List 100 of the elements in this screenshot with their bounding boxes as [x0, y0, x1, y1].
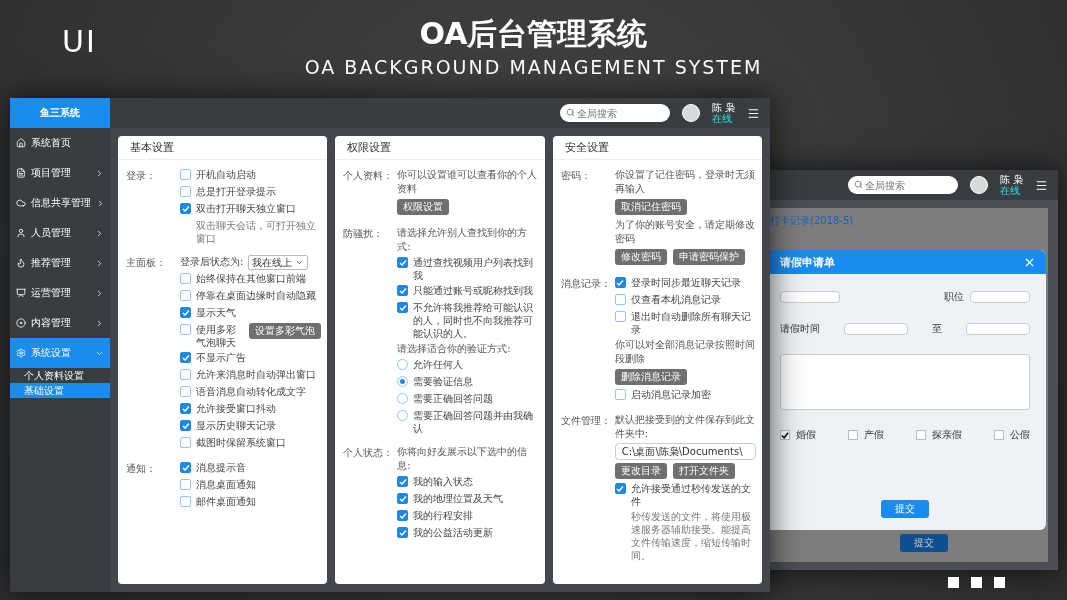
checkbox[interactable]: [397, 285, 409, 296]
description-text: 为了你的账号安全，请定期修改密码: [614, 218, 756, 246]
presentation-icon: [16, 288, 26, 298]
section-label: 登录：: [126, 169, 157, 183]
menu-icon[interactable]: [1035, 178, 1048, 192]
flame-icon: [16, 258, 26, 268]
checkbox[interactable]: [397, 302, 409, 313]
checkbox[interactable]: [397, 493, 409, 504]
checkbox-label: 不允许将我推荐给可能认识的人，同时也不向我推荐可能认识的人。: [413, 301, 535, 340]
checkbox-label: 双击打开聊天独立窗口: [196, 202, 296, 215]
action-button[interactable]: 更改目录: [614, 463, 667, 479]
checkbox[interactable]: [397, 476, 409, 487]
status-dropdown[interactable]: 我在线上: [248, 255, 309, 270]
checkbox[interactable]: [180, 420, 191, 431]
action-button[interactable]: 打开文件夹: [672, 463, 735, 479]
description-text: 你可以设置谁可以查看你的个人资料: [397, 168, 539, 196]
menu-icon[interactable]: [747, 106, 760, 120]
search-field[interactable]: 全局搜索: [847, 176, 958, 194]
radio-button[interactable]: [397, 393, 409, 404]
folder-path-field[interactable]: C:\桌面\陈枭\Documents\: [614, 443, 756, 460]
radio-button[interactable]: [397, 410, 409, 421]
action-button[interactable]: 删除消息记录: [614, 369, 687, 385]
card-title: 权限设置: [335, 136, 545, 160]
checkbox[interactable]: [397, 527, 409, 538]
radio-button[interactable]: [397, 376, 409, 387]
checkbox-label: 允许接受窗口抖动: [196, 402, 276, 415]
sidebar-item[interactable]: 项目管理: [10, 158, 110, 188]
checkbox-label: 我的公益活动更新: [413, 526, 494, 539]
radio-label: 需要正确回答问题: [413, 392, 494, 405]
submit-button[interactable]: 提交: [881, 500, 929, 518]
sidebar-item[interactable]: 人员管理: [10, 218, 110, 248]
reason-text-area[interactable]: [780, 354, 1030, 410]
sidebar-item[interactable]: 运营管理: [10, 278, 110, 308]
sidebar-subitem[interactable]: 个人资料设置: [10, 368, 110, 383]
card-title: 基本设置: [118, 136, 328, 160]
search-icon: [565, 108, 575, 117]
checkbox-label: 邮件桌面通知: [196, 495, 256, 508]
radio-label: 需要验证信息: [413, 375, 474, 388]
checkbox-label: 语音消息自动转化成文字: [196, 385, 306, 398]
sidebar-item[interactable]: 内容管理: [10, 308, 110, 338]
checkbox-label: 总是打开登录提示: [196, 185, 276, 198]
user-name: 陈 枭: [999, 174, 1023, 185]
checkbox[interactable]: [180, 352, 191, 363]
settings-button[interactable]: 设置多彩气泡: [249, 323, 322, 339]
sidebar-subitem[interactable]: 基础设置: [10, 383, 110, 398]
sidebar-item[interactable]: 系统首页: [10, 128, 110, 158]
section-label: 防骚扰：: [343, 227, 385, 241]
checkbox-label: 消息桌面通知: [196, 478, 256, 491]
checkbox-label: 截图时保留系统窗口: [196, 436, 286, 449]
search-icon: [853, 180, 863, 189]
checkbox[interactable]: [180, 462, 191, 473]
card-title: 安全设置: [552, 136, 762, 160]
checkbox[interactable]: [994, 430, 1004, 440]
checkbox[interactable]: [180, 403, 191, 414]
checkbox[interactable]: [614, 483, 626, 494]
date-field[interactable]: [966, 323, 1030, 335]
input-field[interactable]: [780, 291, 840, 303]
checkbox-label: 停靠在桌面边缘时自动隐藏: [196, 289, 316, 302]
home-icon: [16, 138, 26, 148]
record-title: 打卡记录(2018-5): [770, 214, 854, 228]
checkbox[interactable]: [180, 203, 191, 214]
checkbox-label: 显示天气: [196, 306, 236, 319]
section-label: 主面板：: [126, 256, 167, 270]
hint-text: 双击聊天会话，可打开独立窗口: [195, 219, 317, 245]
checkbox-label: 开机自动启动: [196, 168, 256, 181]
checkbox[interactable]: [614, 277, 626, 288]
checkbox[interactable]: [397, 510, 409, 521]
search-field[interactable]: 全局搜索: [559, 104, 670, 122]
caret-right-icon: [95, 318, 104, 328]
description-text: 请选择适合你的验证方式:: [397, 342, 512, 356]
checkbox[interactable]: [397, 257, 409, 268]
submit-button[interactable]: 提交: [900, 534, 948, 552]
checkbox[interactable]: [916, 430, 926, 440]
checkbox[interactable]: [780, 430, 790, 440]
avatar: [969, 176, 988, 194]
checkbox[interactable]: [180, 307, 191, 318]
checkbox-label: 我的输入状态: [413, 475, 474, 488]
action-button[interactable]: 权限设置: [397, 199, 450, 215]
sidebar-item[interactable]: 推荐管理: [10, 248, 110, 278]
checkbox-label: 仅查看本机消息记录: [630, 293, 721, 306]
description-text: 默认把接受到的文件保存到此文件夹中:: [614, 413, 756, 441]
logo: 鱼三系统: [10, 98, 110, 128]
input-field[interactable]: [970, 291, 1030, 303]
action-button[interactable]: 取消记住密码: [614, 199, 687, 215]
page-subtitle: OA BACKGROUND MANAGEMENT SYSTEM: [304, 55, 763, 80]
action-button[interactable]: 修改密码: [614, 249, 667, 265]
radio-button[interactable]: [397, 359, 409, 370]
action-button[interactable]: 申请密码保护: [672, 249, 745, 265]
checkbox-label: 显示历史聊天记录: [196, 419, 276, 432]
checkbox-label: 婚假: [796, 428, 816, 442]
description-text: 你可以对全部消息记录按照时间段删除: [614, 338, 756, 366]
sidebar-item[interactable]: 信息共享管理: [10, 188, 110, 218]
checkbox[interactable]: [848, 430, 858, 440]
checkbox-label: 始终保持在其他窗口前端: [196, 272, 306, 285]
section-label: 个人资料：: [343, 169, 395, 183]
dialog-title: 请假申请单: [780, 254, 835, 270]
section-label: 密码：: [560, 169, 592, 183]
sidebar-item[interactable]: 系统设置: [10, 338, 110, 368]
date-field[interactable]: [844, 323, 908, 335]
checkbox-label: 只能通过账号或昵称找到我: [413, 284, 534, 297]
